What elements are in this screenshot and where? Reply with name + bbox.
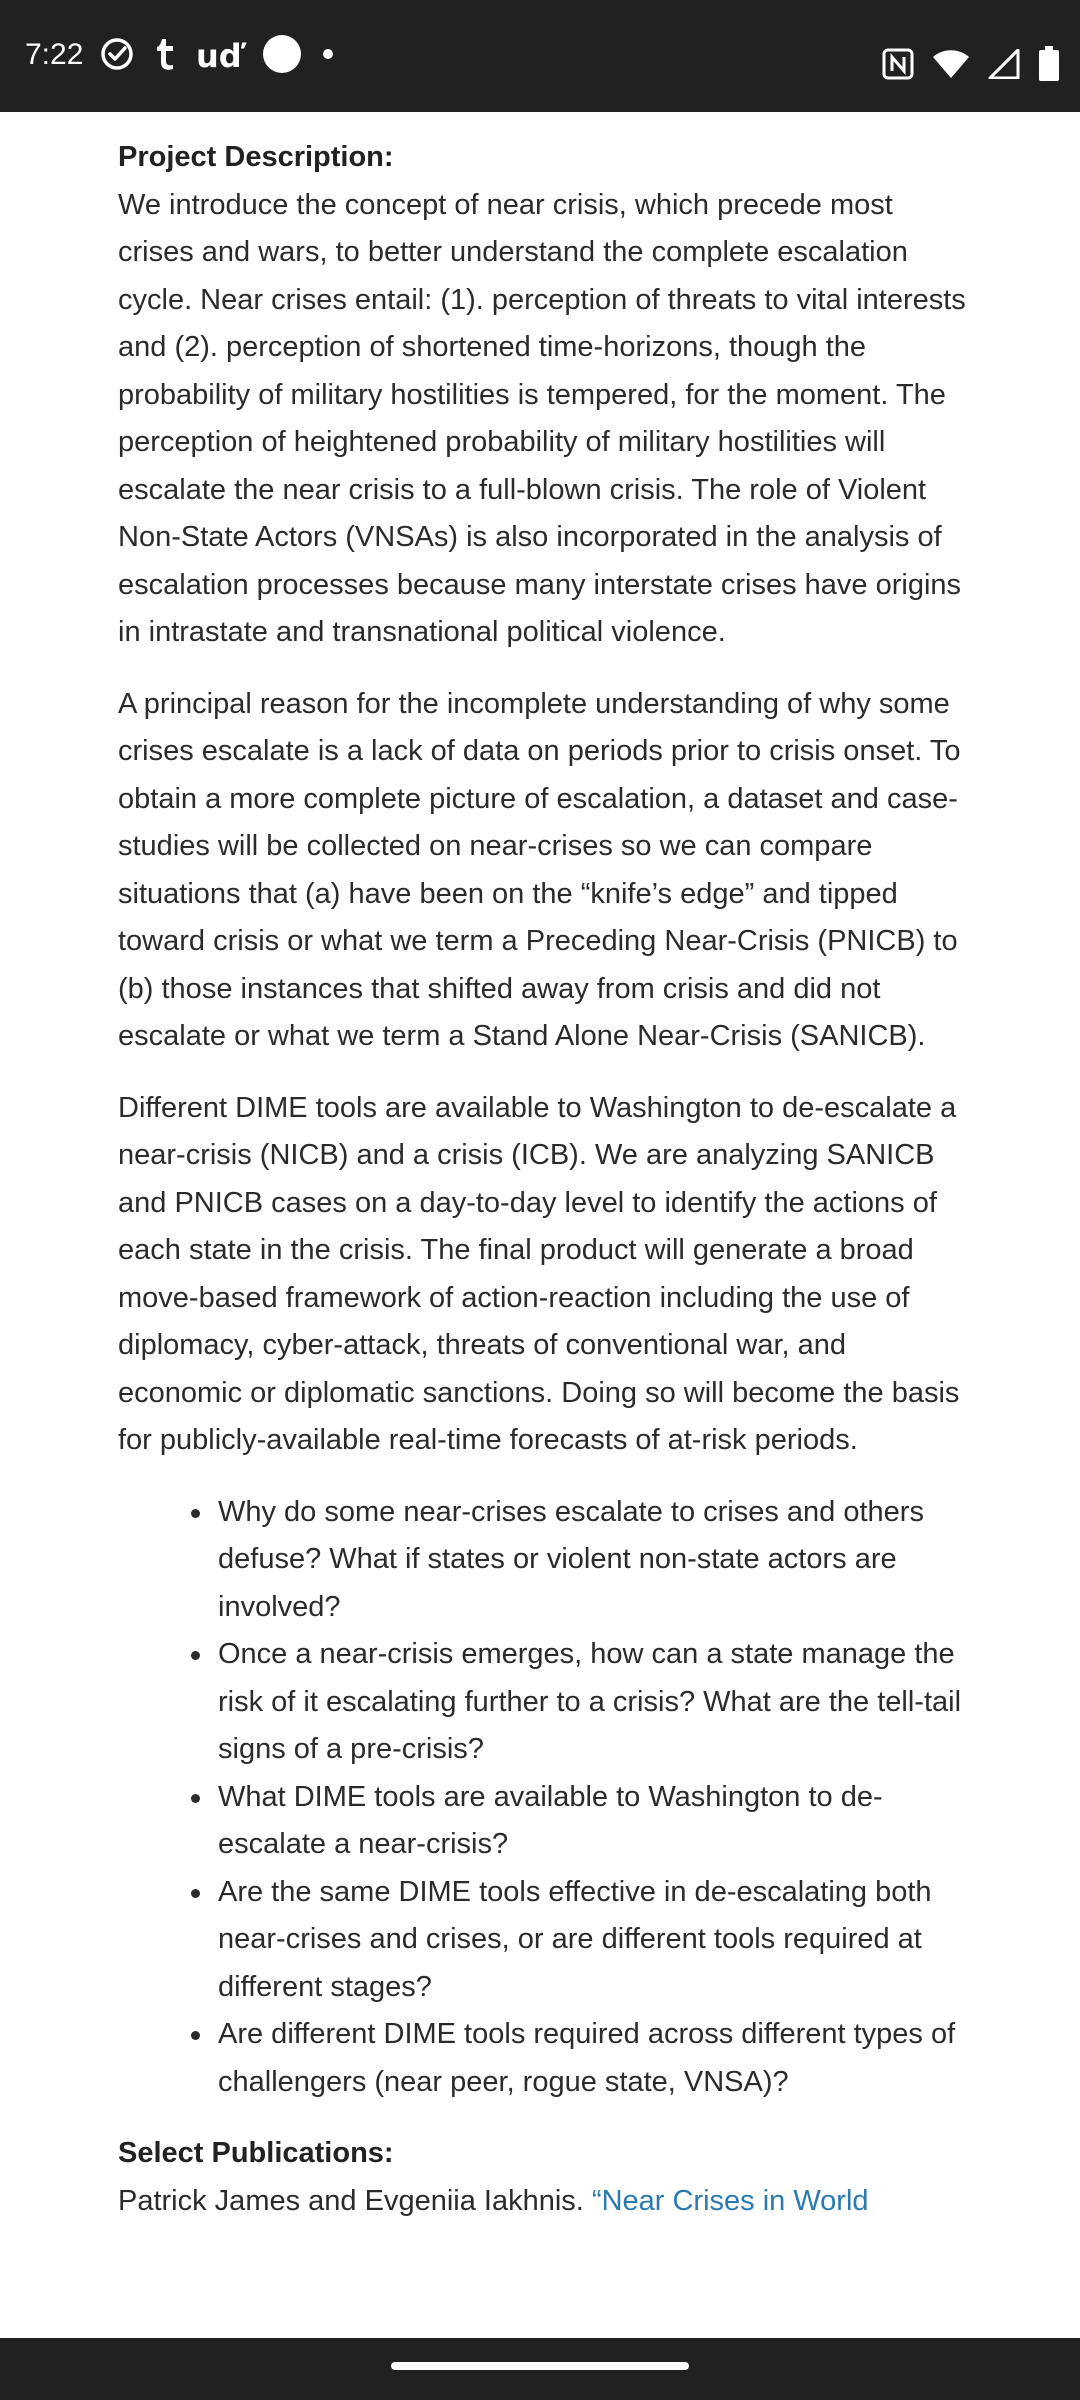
list-item: Are different DIME tools required across…	[191, 2011, 968, 2106]
home-gesture-handle[interactable]	[391, 2362, 689, 2370]
publication-link[interactable]: “Near Crises in World	[592, 2185, 869, 2217]
nfc-icon	[882, 48, 914, 85]
paragraph-1: We introduce the concept of near crisis,…	[118, 188, 966, 649]
notification-icons: uď	[100, 34, 354, 79]
webpage-content[interactable]: Project Description: We introduce the co…	[0, 112, 1080, 2338]
system-icons	[864, 45, 1060, 87]
dot-icon	[322, 47, 334, 65]
select-publications-heading: Select Publications:	[118, 2137, 394, 2169]
navigation-bar	[0, 2338, 1080, 2400]
tumblr-icon	[154, 37, 176, 76]
white-circle-icon	[262, 34, 302, 79]
publication-entry: Patrick James and Evgeniia Iakhnis. “Nea…	[118, 2178, 968, 2226]
status-time: 7:22	[25, 38, 84, 71]
project-description-heading: Project Description:	[118, 141, 394, 173]
status-bar: 7:22 uď	[0, 0, 1080, 112]
u-app-icon: uď	[196, 37, 242, 75]
battery-icon	[1038, 45, 1060, 87]
list-item: Are the same DIME tools effective in de-…	[191, 1869, 968, 2012]
list-item: Once a near-crisis emerges, how can a st…	[191, 1631, 968, 1774]
article-body: Project Description: We introduce the co…	[118, 134, 968, 2225]
publication-authors: Patrick James and Evgeniia Iakhnis.	[118, 2184, 592, 2217]
paragraph-3: Different DIME tools are available to Wa…	[118, 1091, 960, 1457]
cellular-signal-icon	[988, 48, 1020, 84]
paragraph-2: A principal reason for the incomplete un…	[118, 687, 961, 1053]
list-item: Why do some near-crises escalate to cris…	[191, 1489, 968, 1632]
research-questions-list: Why do some near-crises escalate to cris…	[118, 1489, 968, 2107]
check-circle-icon	[100, 37, 134, 76]
list-item: What DIME tools are available to Washing…	[191, 1774, 968, 1869]
wifi-icon	[932, 49, 970, 84]
